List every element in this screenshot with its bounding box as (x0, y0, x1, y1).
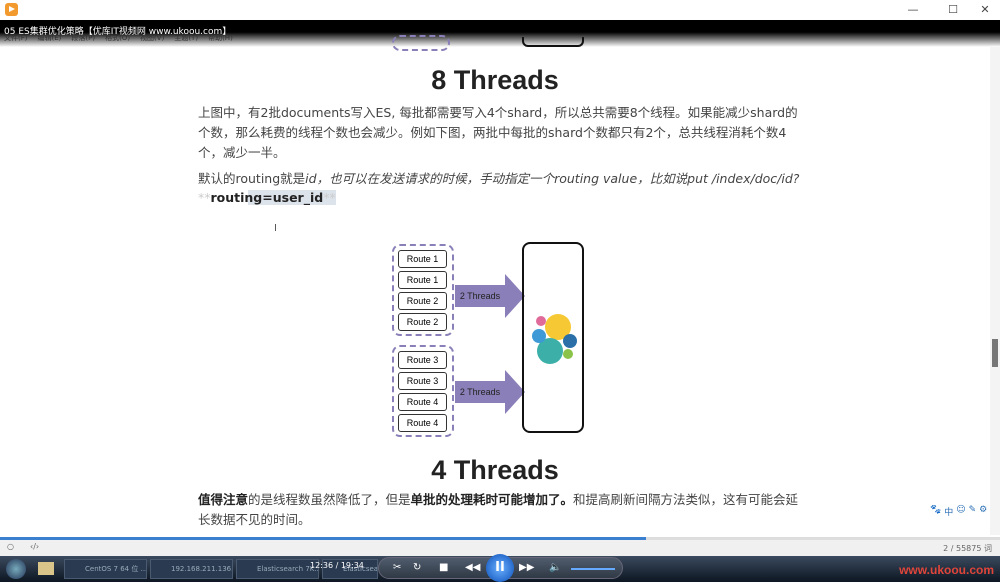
brand-watermark: www.ukoou.com (899, 563, 994, 577)
paragraph-1: 上图中，有2批documents写入ES, 每批都需要写入4个shard，所以总… (198, 105, 798, 160)
routing-text: routing=user_id (210, 190, 324, 205)
heading-4-threads: 4 Threads (431, 455, 559, 485)
source-code-icon[interactable]: ‹/› (30, 542, 39, 551)
menu-edit[interactable]: 编辑(E) (38, 33, 62, 43)
settings-icon[interactable]: ⚙ (979, 505, 987, 518)
chinese-mode-icon[interactable]: 中 (944, 505, 953, 518)
paw-icon[interactable]: 🐾 (930, 505, 941, 518)
text: 默认的routing就是 (198, 171, 306, 186)
paragraph-3: **routing=user_id** (198, 188, 803, 208)
taskbar-item[interactable]: CentOS 7 64 位 ... (64, 559, 147, 579)
menu-bar: 文件(F) 编辑(E) 段落(P) 格式(O) 视图(V) 主题(T) 帮助(H… (4, 33, 233, 43)
pause-button[interactable]: II (486, 554, 514, 582)
close-button[interactable]: ✕ (975, 2, 995, 18)
menu-paragraph[interactable]: 段落(P) (71, 33, 95, 43)
route-box: Route 3 (398, 372, 447, 390)
menu-format[interactable]: 格式(O) (105, 33, 130, 43)
taskbar-item[interactable]: 192.168.211.136... (150, 559, 233, 579)
bold-text: 值得注意 (198, 492, 249, 507)
pen-icon[interactable]: ✎ (969, 505, 977, 518)
menu-file[interactable]: 文件(F) (4, 33, 28, 43)
vertical-scrollbar[interactable] (990, 47, 1000, 535)
markdown-stars: ** (323, 190, 336, 205)
route-box: Route 2 (398, 292, 447, 310)
start-button[interactable] (6, 559, 26, 579)
paragraph-4: 值得注意的是线程数虽然降低了，但是单批的处理耗时可能增加了。和提高刷新间隔方法类… (198, 490, 803, 530)
diagram-fragment-node (522, 37, 584, 47)
italic-text: id，也可以在发送请求的时候，手动指定一个routing value，比如说pu… (305, 171, 800, 186)
word-count: 2 / 55875 词 (943, 544, 992, 553)
fast-forward-icon[interactable]: ▶▶ (519, 562, 534, 573)
route-box: Route 4 (398, 393, 447, 411)
route-box: Route 2 (398, 313, 447, 331)
shuffle-icon[interactable]: ✂ (393, 562, 401, 573)
scrollbar-thumb[interactable] (992, 339, 998, 367)
text-cursor-icon: I (274, 223, 277, 234)
arrow-label: 2 Threads (455, 381, 505, 403)
stop-icon[interactable]: ■ (439, 562, 448, 573)
diagram-fragment (392, 35, 450, 51)
menu-theme[interactable]: 主题(T) (174, 33, 198, 43)
emoji-icon[interactable]: ☺ (956, 505, 965, 518)
bold-text: 单批的处理耗时可能增加了。 (410, 492, 574, 507)
repeat-icon[interactable]: ↻ (413, 562, 421, 573)
es-node (522, 242, 584, 433)
route-box: Route 1 (398, 250, 447, 268)
maximize-button[interactable]: ☐ (943, 2, 963, 18)
input-toolbar: 🐾 中 ☺ ✎ ⚙ (930, 505, 987, 518)
elasticsearch-logo-icon (532, 314, 577, 364)
route-box: Route 4 (398, 414, 447, 432)
menu-view[interactable]: 视图(V) (140, 33, 164, 43)
volume-icon[interactable]: 🔈 (549, 562, 561, 573)
route-box: Route 3 (398, 351, 447, 369)
menu-help[interactable]: 帮助(H) (208, 33, 233, 43)
markdown-stars: ** (198, 190, 211, 205)
arrow-label: 2 Threads (455, 285, 505, 307)
playback-time: 12:36 / 19:34 (310, 561, 364, 570)
rewind-icon[interactable]: ◀◀ (465, 562, 480, 573)
circle-icon[interactable]: ○ (7, 542, 14, 551)
document-area[interactable]: 8 Threads 上图中，有2批documents写入ES, 每批都需要写入4… (0, 35, 990, 535)
heading-8-threads: 8 Threads (431, 65, 559, 95)
volume-slider[interactable] (571, 568, 615, 570)
minimize-button[interactable]: — (903, 2, 923, 18)
route-box: Route 1 (398, 271, 447, 289)
title-bar: — ☐ ✕ (0, 0, 1000, 20)
text: 的是线程数虽然降低了，但是 (248, 492, 411, 507)
app-icon (5, 3, 18, 16)
taskbar-item[interactable]: Elasticsearch 7K... (236, 559, 319, 579)
folder-icon[interactable] (38, 562, 54, 575)
paragraph-2: 默认的routing就是id，也可以在发送请求的时候，手动指定一个routing… (198, 169, 803, 189)
